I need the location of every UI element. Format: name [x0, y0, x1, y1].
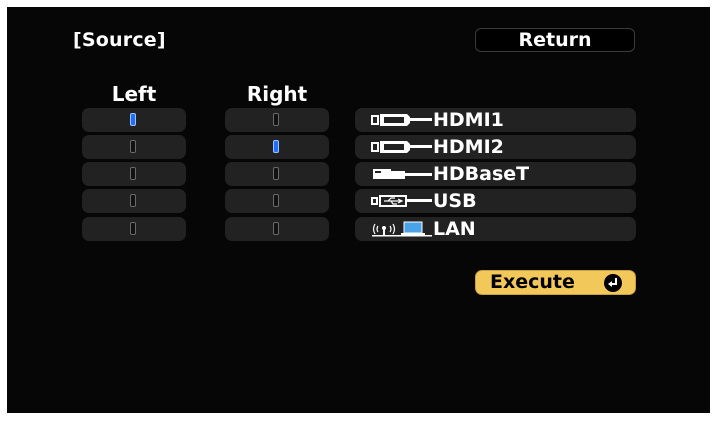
source-row-hdmi1: HDMI1 [355, 108, 636, 132]
right-column-header: Right [246, 82, 308, 106]
right-slot-marker [273, 222, 279, 235]
right-slot-lan[interactable] [225, 217, 329, 241]
right-slot-usb[interactable] [225, 189, 329, 213]
hdmi-icon [371, 114, 432, 126]
source-label: HDBaseT [433, 163, 530, 185]
left-slot-marker [130, 222, 136, 235]
source-screen: [Source] Return Left Right HDMI1 HDMI2 H… [7, 7, 710, 413]
right-slot-marker [273, 113, 279, 126]
right-slot-marker [273, 140, 279, 153]
source-row-lan: LAN [355, 217, 636, 241]
left-slot-hdmi2[interactable] [82, 135, 186, 159]
hdmi-icon [371, 141, 432, 153]
left-slot-usb[interactable] [82, 189, 186, 213]
source-label: USB [433, 190, 477, 212]
left-slot-marker [130, 194, 136, 207]
left-slot-lan[interactable] [82, 217, 186, 241]
right-slot-hdmi2[interactable] [225, 135, 329, 159]
left-slot-hdmi1[interactable] [82, 108, 186, 132]
source-label: HDMI1 [433, 109, 504, 131]
left-column-header: Left [111, 82, 157, 106]
right-slot-hdbaset[interactable] [225, 162, 329, 186]
left-slot-hdbaset[interactable] [82, 162, 186, 186]
enter-icon [604, 274, 622, 292]
source-row-hdmi2: HDMI2 [355, 135, 636, 159]
source-row-usb: USB [355, 189, 636, 213]
return-button[interactable]: Return [475, 28, 635, 52]
right-slot-hdmi1[interactable] [225, 108, 329, 132]
source-label: LAN [433, 218, 476, 240]
lan-cable-icon [373, 169, 432, 179]
source-label: HDMI2 [433, 136, 504, 158]
network-pc-icon [372, 221, 432, 237]
left-slot-marker [130, 167, 136, 180]
left-slot-marker [130, 140, 136, 153]
left-slot-marker [130, 113, 136, 126]
page-title: [Source] [73, 29, 166, 51]
usb-icon [371, 195, 432, 207]
right-slot-marker [273, 194, 279, 207]
execute-label: Execute [490, 271, 575, 293]
right-slot-marker [273, 167, 279, 180]
execute-button[interactable]: Execute [475, 270, 636, 295]
source-row-hdbaset: HDBaseT [355, 162, 636, 186]
